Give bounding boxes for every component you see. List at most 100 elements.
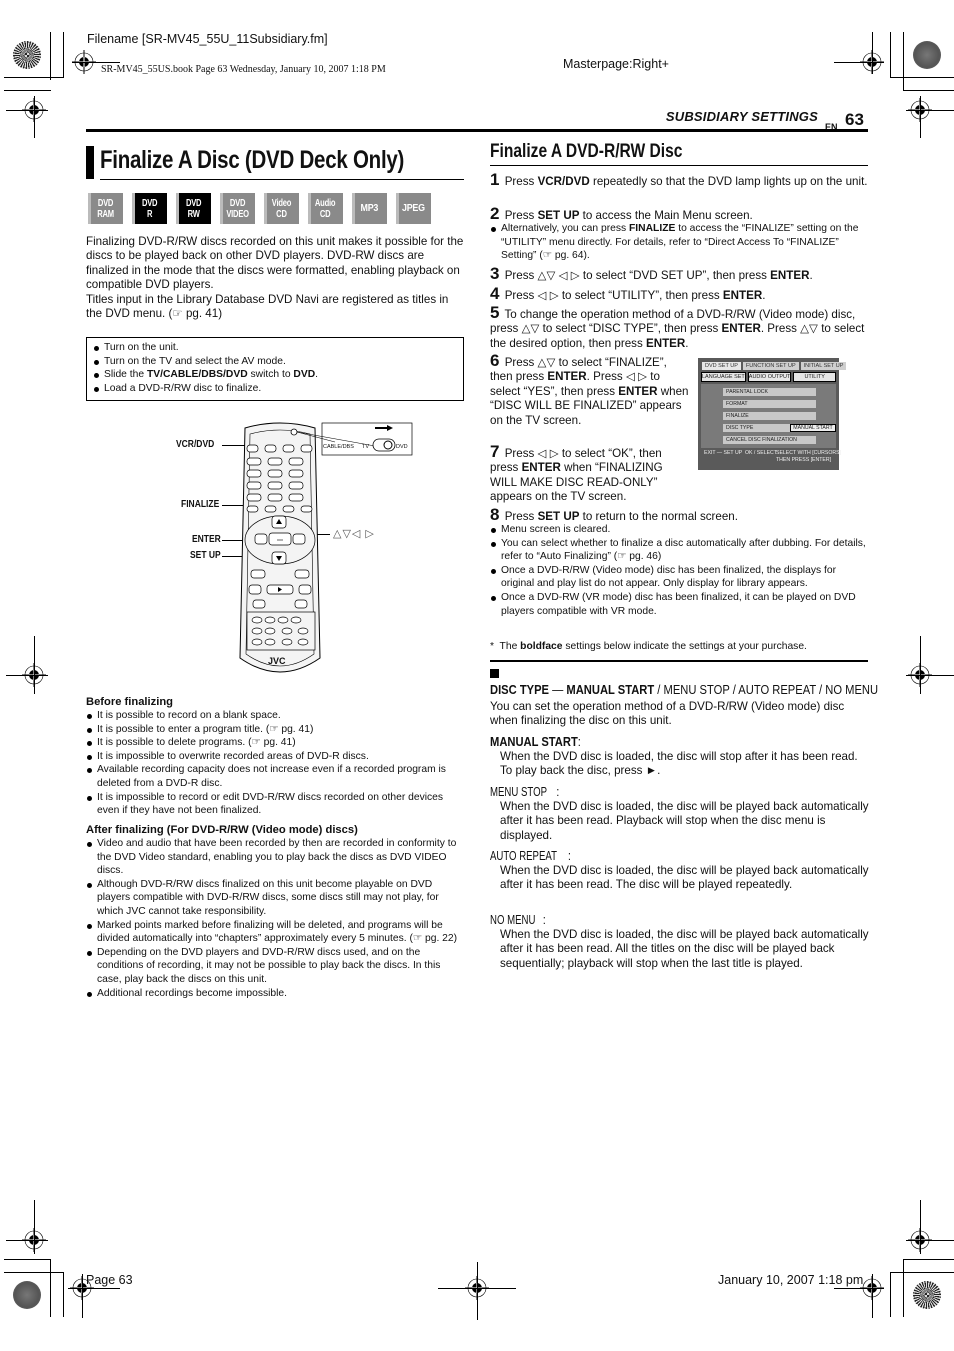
crop-mark (477, 1262, 478, 1320)
crop-mark (34, 636, 35, 694)
disc-badge: DVD VIDEO (220, 193, 255, 224)
crop-mark (890, 77, 954, 78)
step-2-note: Alternatively, you can press FINALIZE to… (490, 222, 868, 263)
option-auto-repeat-label: AUTO REPEAT: (490, 848, 571, 863)
crop-mark (872, 1274, 873, 1318)
print-registration-spiral-bottom-right (913, 1281, 941, 1309)
switch-label-dvd: DVD (396, 444, 408, 450)
title-marker (86, 146, 94, 179)
crop-mark (920, 1200, 921, 1254)
switch-label-tv: TV (362, 444, 370, 450)
crop-mark (4, 77, 64, 78)
step-3: 3 Press △▽ ◁ ▷ to select “DVD SET UP”, t… (490, 264, 813, 283)
tv-menu-tabs: DVD SET UP FUNCTION SET UP INITIAL SET U… (702, 362, 847, 370)
disc-badge: Audio CD (308, 193, 343, 224)
square-bullet-icon (490, 669, 499, 678)
step-5: 5 To change the operation method of a DV… (490, 303, 865, 350)
crop-mark (903, 32, 904, 90)
crop-mark (63, 32, 64, 77)
before-finalizing-list: It is possible to record on a blank spac… (86, 709, 466, 818)
tv-submenu: LANGUAGE SET AUDIO OUTPUT UTILITY (701, 372, 836, 382)
step-1: 1 Press VCR/DVD repeatedly so that the D… (490, 170, 868, 189)
tv-tab: DVD SET UP (702, 362, 741, 370)
list-item: It is possible to delete programs. (☞ pg… (86, 736, 466, 750)
option-menu-stop-text: When the DVD disc is loaded, the disc wi… (500, 800, 869, 842)
before-finalizing-heading: Before finalizing (86, 696, 174, 708)
callout-vcr-dvd: VCR/DVD (176, 439, 215, 450)
footer-page-label: Page 63 (86, 1273, 133, 1287)
section-label: SUBSIDIARY SETTINGS (665, 109, 818, 124)
crop-mark (872, 32, 873, 74)
remote-brand-logo: JVC (268, 656, 286, 666)
list-item: Video and audio that have been recorded … (86, 837, 466, 878)
intro-paragraph: Finalizing DVD-R/RW discs recorded on th… (86, 235, 464, 292)
tv-footer-right: SELECT WITH [CURSORS] THEN PRESS [ENTER] (776, 450, 842, 463)
callout-enter: ENTER (192, 534, 221, 545)
option-no-menu-text: When the DVD disc is loaded, the disc wi… (500, 928, 869, 970)
list-item: Depending on the DVD players and DVD-R/R… (86, 946, 466, 987)
crop-mark (890, 1272, 954, 1273)
tv-subtab: UTILITY (793, 372, 836, 382)
crop-mark (903, 90, 954, 91)
tv-menu-screenshot: DVD SET UP FUNCTION SET UP INITIAL SET U… (698, 358, 847, 470)
print-registration-spiral-top-left (13, 41, 41, 69)
crop-mark (906, 675, 954, 676)
disc-type-value: MANUAL START (790, 424, 836, 432)
crop-mark (4, 90, 51, 91)
tv-tab: FUNCTION SET UP (742, 362, 799, 370)
crop-mark (34, 96, 35, 138)
disc-compatibility-badges: DVD RAM DVD R DVD RW DVD VIDEO Video CD Audio CD MP3… (88, 193, 431, 224)
crop-mark (890, 1272, 891, 1317)
list-item: Available recording capacity does not in… (86, 763, 466, 790)
prep-item: Turn on the unit. (93, 341, 463, 355)
option-manual-start-label: MANUAL START: (490, 734, 581, 749)
section-title: Finalize A DVD-R/RW Disc (490, 141, 683, 162)
list-item: It is possible to enter a program title.… (86, 723, 466, 737)
intro-note: Titles input in the Library Database DVD… (86, 293, 449, 321)
tv-menu-item: DISC TYPE MANUAL START (723, 424, 836, 432)
disc-type-description: You can set the operation method of a DV… (490, 700, 845, 728)
tv-footer-left: EXIT — SET UP OK / SELECT (704, 450, 777, 456)
step-6: 6 Press △▽ to select “FINALIZE”, then pr… (490, 351, 689, 427)
preparation-box: Turn on the unit. Turn on the TV and sel… (86, 337, 464, 401)
crop-mark (903, 1259, 904, 1317)
language-label: EN (825, 122, 838, 132)
list-item: Once a DVD-R/RW (Video mode) disc has be… (490, 564, 868, 591)
prep-item: Turn on the TV and select the AV mode. (93, 355, 463, 369)
crop-mark (6, 110, 48, 111)
title-rule (100, 179, 464, 180)
list-item: Menu screen is cleared. (490, 523, 868, 537)
print-registration-disc-top-right (913, 41, 941, 69)
tv-subtab: LANGUAGE SET (701, 372, 746, 382)
crop-mark (68, 1288, 120, 1289)
boldface-note: * The boldface settings below indicate t… (490, 641, 807, 652)
tv-tab: INITIAL SET UP (800, 362, 847, 370)
step-2: 2 Press SET UP to access the Main Menu s… (490, 204, 753, 223)
crop-mark (834, 1288, 884, 1289)
option-manual-start-text: When the DVD disc is loaded, the disc wi… (500, 750, 858, 778)
crop-mark (34, 1200, 35, 1254)
step-8: 8 Press SET UP to return to the normal s… (490, 505, 738, 524)
step-7: 7 Press ◁ ▷ to select “OK”, then press E… (490, 442, 663, 504)
crop-mark (920, 96, 921, 138)
crop-mark (6, 1240, 48, 1241)
crop-mark (63, 1272, 64, 1317)
remote-control-illustration (239, 422, 413, 673)
crop-mark (50, 32, 51, 80)
step-4: 4 Press ◁ ▷ to select “UTILITY”, then pr… (490, 284, 766, 303)
crop-mark (82, 1274, 83, 1318)
tv-menu-item: FORMAT (723, 400, 816, 408)
option-auto-repeat-text: When the DVD disc is loaded, the disc wi… (500, 864, 869, 892)
list-item: It is impossible to overwrite recorded a… (86, 750, 466, 764)
disc-badge: MP3 (352, 193, 387, 224)
disc-badge: JPEG (396, 193, 431, 224)
crop-mark (920, 636, 921, 694)
list-item: Additional recordings become impossible. (86, 987, 466, 1001)
crop-mark (4, 1259, 51, 1260)
footer-date-label: January 10, 2007 1:18 pm (718, 1273, 864, 1287)
list-item: Although DVD-R/RW discs finalized on thi… (86, 878, 466, 919)
page-title: Finalize A Disc (DVD Deck Only) (100, 146, 405, 174)
tv-menu-item: CANCEL DISC FINALIZATION (723, 436, 816, 444)
tv-menu-item: PARENTAL LOCK (723, 388, 816, 396)
tv-subtab: AUDIO OUTPUT (747, 372, 792, 382)
